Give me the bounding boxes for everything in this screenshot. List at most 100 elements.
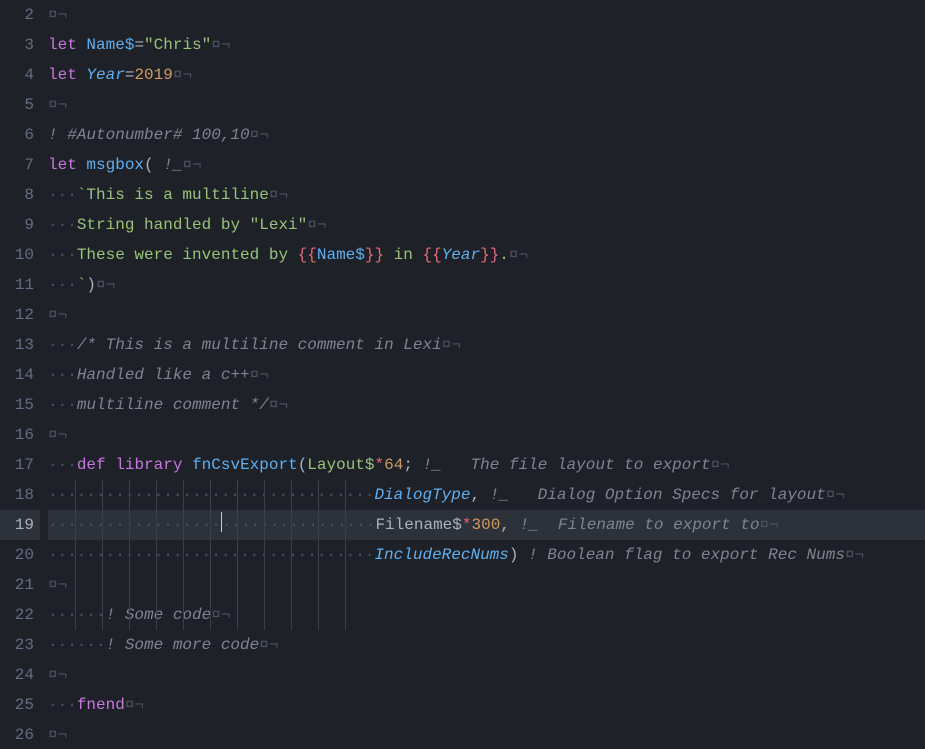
ws-token: ··· (48, 246, 77, 264)
line-number: 23 (0, 630, 40, 660)
str-token: String handled by "Lexi" (77, 216, 307, 234)
code-line[interactable]: ··································Filena… (48, 510, 925, 540)
line-number: 26 (0, 720, 40, 749)
code-line[interactable]: ···String handled by "Lexi"¤¬ (48, 210, 925, 240)
cmt-token: /* This is a multiline comment in Lexi (77, 336, 442, 354)
code-line[interactable]: ! #Autonumber# 100,10¤¬ (48, 120, 925, 150)
ws-token: ¤¬ (173, 66, 192, 84)
line-number: 16 (0, 420, 40, 450)
code-line[interactable]: ···multiline comment */¤¬ (48, 390, 925, 420)
ws-token: ··· (48, 456, 77, 474)
str-token: . (499, 246, 509, 264)
cmt-token: Handled like a c++ (77, 366, 250, 384)
code-line[interactable]: ··································Includ… (48, 540, 925, 570)
str-token: ` (77, 276, 87, 294)
line-number: 3 (0, 30, 40, 60)
code-area[interactable]: ¤¬let Name$="Chris"¤¬let Year=2019¤¬¤¬! … (48, 0, 925, 749)
code-line[interactable]: ······! Some more code¤¬ (48, 630, 925, 660)
plain-token: = (134, 36, 144, 54)
code-line[interactable]: ···These were invented by {{Name$}} in {… (48, 240, 925, 270)
ws-token: ¤¬ (211, 606, 230, 624)
var-token: Name$ (86, 36, 134, 54)
cmt-bang-token: ! Boolean flag to export Rec Nums (528, 546, 845, 564)
line-number: 21 (0, 570, 40, 600)
ws-token: ··· (48, 276, 77, 294)
code-line[interactable]: let Year=2019¤¬ (48, 60, 925, 90)
line-number: 12 (0, 300, 40, 330)
code-line[interactable]: ···fnend¤¬ (48, 690, 925, 720)
comma-token: , (500, 516, 519, 534)
line-number-gutter: 2345678910111213141516171819202122232425… (0, 0, 40, 749)
ws-token: ················ (222, 516, 376, 534)
line-number: 8 (0, 180, 40, 210)
plain-token (77, 66, 87, 84)
ws-token: ¤¬ (760, 516, 779, 534)
code-line[interactable]: let Name$="Chris"¤¬ (48, 30, 925, 60)
ws-token: ¤¬ (250, 366, 269, 384)
code-line[interactable]: ···`This is a multiline¤¬ (48, 180, 925, 210)
line-number: 7 (0, 150, 40, 180)
code-line[interactable]: ¤¬ (48, 720, 925, 749)
var-token: Name$ (317, 246, 365, 264)
ws-token: ¤¬ (125, 696, 144, 714)
kw-token: def (77, 456, 106, 474)
ws-token: ··· (48, 696, 77, 714)
var-i-token: IncludeRecNums (374, 546, 508, 564)
num-token: 300 (471, 516, 500, 534)
code-line[interactable]: ···`)¤¬ (48, 270, 925, 300)
ws-token: ¤¬ (845, 546, 864, 564)
code-line[interactable]: ¤¬ (48, 660, 925, 690)
code-line[interactable]: ¤¬ (48, 90, 925, 120)
ws-token: ¤¬ (48, 726, 67, 744)
code-line[interactable]: ··································Dialog… (48, 480, 925, 510)
ws-token: ¤¬ (48, 6, 67, 24)
brace-token: {{ (422, 246, 441, 264)
ws-token: ··· (48, 216, 77, 234)
var-i-token: Year (86, 66, 124, 84)
line-number: 15 (0, 390, 40, 420)
line-number: 9 (0, 210, 40, 240)
code-line[interactable]: ¤¬ (48, 420, 925, 450)
num-token: 2019 (134, 66, 172, 84)
fnname-token: fnCsvExport (192, 456, 298, 474)
ws-token: ¤¬ (269, 396, 288, 414)
kw-token: let (48, 66, 77, 84)
line-number: 13 (0, 330, 40, 360)
code-line[interactable]: ¤¬ (48, 570, 925, 600)
code-line[interactable]: ···Handled like a c++¤¬ (48, 360, 925, 390)
code-line[interactable]: ···def library fnCsvExport(Layout$*64; !… (48, 450, 925, 480)
ws-token: ¤¬ (711, 456, 730, 474)
code-line[interactable]: ···/* This is a multiline comment in Lex… (48, 330, 925, 360)
kw-token: library (115, 456, 182, 474)
plain-token: ) (86, 276, 96, 294)
kw-token: fnend (77, 696, 125, 714)
num-token: 64 (384, 456, 403, 474)
ws-token: ¤¬ (48, 666, 67, 684)
plain-token (77, 36, 87, 54)
ws-token: ¤¬ (269, 186, 288, 204)
line-number: 10 (0, 240, 40, 270)
ws-token: ¤¬ (509, 246, 528, 264)
ws-token: ··· (48, 336, 77, 354)
code-line[interactable]: ¤¬ (48, 300, 925, 330)
line-number: 17 (0, 450, 40, 480)
code-line[interactable]: ¤¬ (48, 0, 925, 30)
code-line[interactable]: ······! Some code¤¬ (48, 600, 925, 630)
code-editor[interactable]: 2345678910111213141516171819202122232425… (0, 0, 925, 749)
str-token: "Chris" (144, 36, 211, 54)
plain-token: ) (509, 546, 528, 564)
plain-token (77, 156, 87, 174)
ws-token: ·································· (48, 546, 374, 564)
ws-token: ······ (48, 606, 106, 624)
line-number: 18 (0, 480, 40, 510)
plain-token (182, 456, 192, 474)
ws-token: ¤¬ (250, 126, 269, 144)
cmt-bang-token: !_ Filename to export to (520, 516, 760, 534)
plain-token: Filename$ (375, 516, 461, 534)
plain-token: = (125, 66, 135, 84)
ws-token: ¤¬ (259, 636, 278, 654)
cmt-token: multiline comment */ (77, 396, 269, 414)
ws-token: ¤¬ (826, 486, 845, 504)
code-line[interactable]: let msgbox( !_¤¬ (48, 150, 925, 180)
ws-token: ¤¬ (307, 216, 326, 234)
